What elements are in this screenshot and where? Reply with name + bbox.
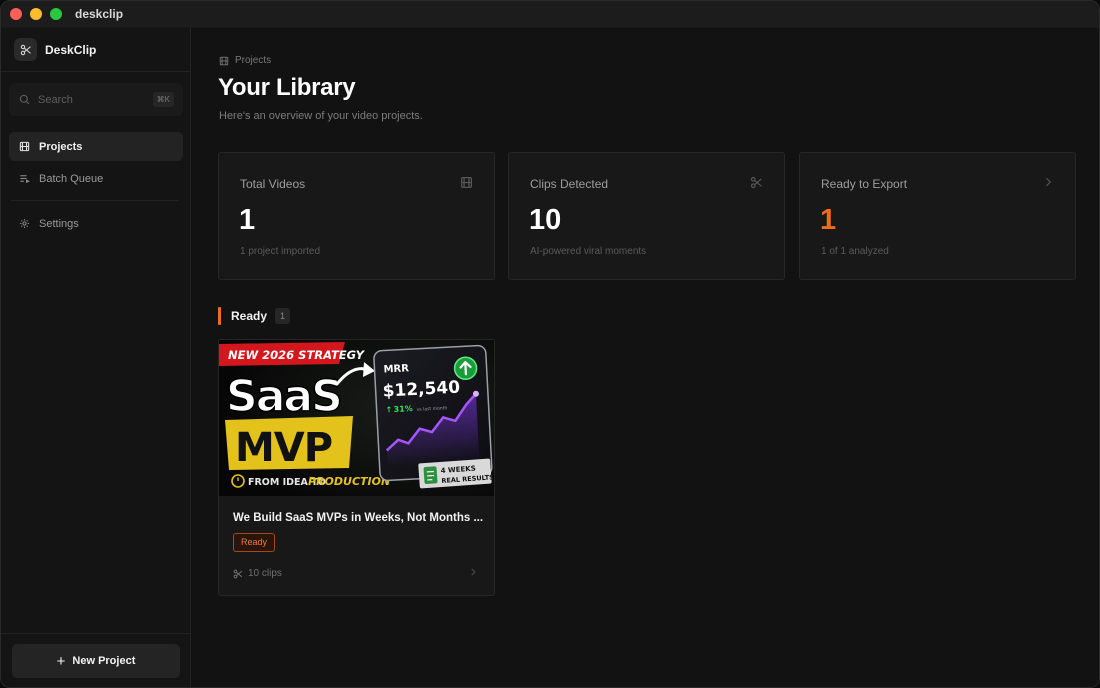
brand: DeskClip [1, 28, 190, 72]
search-shortcut: ⌘K [152, 92, 174, 107]
title-bar: deskclip [1, 1, 1099, 28]
stat-value: 1 [239, 204, 256, 236]
stat-note: 1 project imported [240, 246, 321, 257]
app-window: deskclip DeskClip Search ⌘K Projects Bat… [0, 0, 1100, 688]
stat-label: Total Videos [240, 177, 306, 191]
project-title[interactable]: We Build SaaS MVPs in Weeks, Not Months … [233, 512, 485, 524]
breadcrumb-label: Projects [235, 55, 272, 66]
sidebar-item-label: Projects [39, 140, 83, 153]
new-project-label: New Project [72, 655, 136, 667]
gear-icon [20, 219, 29, 228]
chevron-right-icon[interactable] [468, 567, 478, 577]
thumbnail-metric-label: MRR [383, 363, 409, 375]
stat-card-total-videos: Total Videos 1 1 project imported [218, 152, 495, 280]
section-title: Ready [231, 309, 268, 323]
section-header-ready: Ready 1 [218, 307, 291, 325]
sidebar-item-label: Batch Queue [39, 172, 104, 185]
project-clip-count: 10 clips [233, 568, 282, 579]
thumbnail-word-saas: SaaS [226, 371, 341, 422]
film-icon [219, 56, 229, 65]
page-subtitle: Here's an overview of your video project… [219, 110, 423, 122]
stat-value: 10 [529, 204, 562, 236]
sidebar-divider [11, 200, 179, 201]
stat-label: Ready to Export [821, 177, 908, 191]
stat-card-ready-to-export: Ready to Export 1 1 of 1 analyzed [799, 152, 1076, 280]
status-badge: Ready [233, 533, 276, 552]
page-title: Your Library [218, 74, 356, 101]
film-icon [19, 141, 30, 152]
window-title: deskclip [75, 7, 124, 21]
breadcrumb: Projects [219, 55, 271, 66]
search-icon [19, 94, 30, 105]
sidebar-item-label: Settings [39, 217, 79, 230]
scissors-logo-icon [14, 38, 37, 61]
main-content: Projects Your Library Here's an overview… [192, 28, 1099, 687]
sidebar-item-batch-queue[interactable]: Batch Queue [9, 164, 183, 193]
svg-text:↑: ↑ [385, 405, 392, 414]
stat-value: 1 [820, 204, 837, 236]
zoom-window-button[interactable] [50, 8, 62, 20]
sidebar-item-settings[interactable]: Settings [9, 209, 183, 238]
sidebar-item-projects[interactable]: Projects [9, 132, 183, 161]
window-controls [10, 8, 62, 20]
list-icon [20, 175, 30, 184]
plus-icon: + [56, 652, 66, 670]
chevron-right-icon [1046, 177, 1052, 187]
thumbnail-metric-change: 31% [393, 404, 413, 414]
close-window-button[interactable] [10, 8, 22, 20]
thumbnail-metric-value: $12,540 [382, 378, 461, 402]
search-input[interactable]: Search ⌘K [9, 83, 183, 116]
film-icon [460, 176, 473, 189]
sidebar-footer: + New Project [1, 633, 190, 687]
stat-note: 1 of 1 analyzed [821, 246, 889, 257]
brand-name: DeskClip [45, 42, 97, 57]
stat-note: AI-powered viral moments [530, 246, 647, 257]
clip-count-label: 10 clips [248, 568, 282, 579]
thumbnail-tagline-b: PRODUCTION [308, 475, 390, 488]
thumbnail-banner: NEW 2026 STRATEGY [228, 348, 366, 362]
section-accent-bar [218, 307, 221, 325]
thumbnail-word-mvp: MVP [235, 425, 332, 471]
new-project-button[interactable]: + New Project [12, 644, 180, 678]
section-count-badge: 1 [275, 308, 291, 324]
stat-card-clips-detected: Clips Detected 10 AI-powered viral momen… [508, 152, 785, 280]
sidebar: DeskClip Search ⌘K Projects Batch Queue [1, 28, 191, 687]
project-card[interactable]: NEW 2026 STRATEGY SaaS MVP FROM IDEA TO … [218, 339, 495, 596]
thumbnail-artwork: NEW 2026 STRATEGY SaaS MVP FROM IDEA TO … [219, 340, 494, 496]
scissors-icon [750, 176, 762, 189]
search-placeholder: Search [38, 93, 73, 106]
minimize-window-button[interactable] [30, 8, 42, 20]
scissors-icon [233, 569, 243, 578]
project-thumbnail[interactable]: NEW 2026 STRATEGY SaaS MVP FROM IDEA TO … [219, 340, 494, 496]
stat-label: Clips Detected [530, 177, 609, 191]
